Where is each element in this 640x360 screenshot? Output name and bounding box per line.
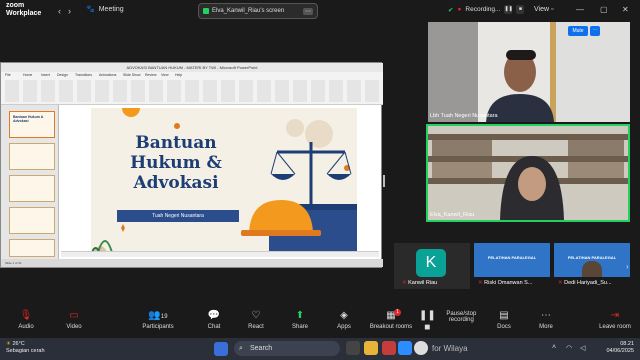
slide-title: Bantuan Hukum & Advokasi [130,133,222,193]
slide-thumb[interactable] [9,239,55,257]
more-button[interactable]: ⋯ More [520,310,572,330]
ppt-window-title: ADVOKASI BANTUAN HUKUM - MATERI BY TWI -… [1,63,383,72]
shield-icon: ✔ [448,6,454,14]
wifi-icon[interactable]: ◠ [566,344,572,352]
video-lbh[interactable]: Lbh Tuah Negeri Nusantara [428,22,630,122]
shared-screen[interactable]: ADVOKASI BANTUAN HUKUM - MATERI BY TWI -… [0,62,383,268]
pause-stop-icon: ❚❚ ■ [418,310,436,333]
mic-icon: 🎙 [19,310,33,321]
chevron-right-icon[interactable]: › [68,6,71,16]
more-icon: ⋯ [541,310,551,321]
leave-room-button[interactable]: ⇥ Leave room [590,310,640,330]
slide-thumb[interactable] [9,207,55,234]
ribbon-tab[interactable]: Design [57,73,68,77]
grid-icon: ▦ [386,310,396,321]
video-button[interactable]: ▭ Video [48,310,100,330]
paw-icon: 🐾 [86,6,95,13]
participant-tile[interactable]: PELATIHAN PARALEGAL ✕ Dedi Hariyadi_Su..… [554,243,630,289]
participant-video [428,126,628,220]
ribbon-tab[interactable]: Review [145,73,156,77]
ribbon-tab[interactable]: Transitions [75,73,92,77]
mute-button[interactable]: Mute [568,26,588,36]
maximize-icon[interactable]: ▢ [600,5,608,14]
zoom-logo: zoom Workplace [6,2,42,17]
participant-name: ✕ Dedi Hariyadi_Su... [558,280,612,286]
speaker-icon[interactable]: ◁ [580,344,585,352]
participant-name: Lbh Tuah Negeri Nusantara [430,113,498,119]
participants-button[interactable]: 👥19 Participants [132,310,184,330]
ribbon-tab[interactable]: Slide Show [123,73,141,77]
notification-badge: 1 [394,309,401,316]
ppt-ribbon: File Home Insert Design Transitions Anim… [1,72,383,105]
splitter-handle[interactable] [383,175,385,187]
avatar: K [416,249,446,277]
next-page-icon[interactable]: › [626,262,629,271]
screen-share-pill[interactable]: Elva_Kanwil_Riau's screen ⋯ [198,3,318,19]
task-view-icon[interactable] [346,341,360,355]
participant-tile[interactable]: PELATIHAN PARALEGAL ✕ Riski Omanwan S... [474,243,550,289]
ribbon-tab[interactable]: Animations [99,73,116,77]
view-button[interactable]: View ▫ [534,6,553,13]
ppt-status-bar: Slide 1 of 31 [1,259,383,267]
sun-icon: ☀ [6,341,11,347]
horizontal-scrollbar[interactable] [61,251,379,257]
ribbon-tab[interactable]: Help [175,73,182,77]
leave-icon: ⇥ [610,310,620,321]
zoom-app-icon[interactable] [398,341,412,355]
system-clock[interactable]: 08.21 04/06/2025 [600,341,634,355]
slide-thumb[interactable]: Bantuan Hukum & Advokasi [9,111,55,138]
camera-off-icon: ▭ [69,310,79,321]
slide-thumb[interactable] [9,143,55,170]
mic-muted-icon: ✕ [402,280,407,286]
close-icon[interactable]: ✕ [622,5,629,14]
apps-button[interactable]: ◈ Apps [318,310,370,330]
app-icon[interactable] [382,341,396,355]
breakout-rooms-button[interactable]: ▦ 1 Breakout rooms [364,309,418,330]
start-menu-icon[interactable] [214,342,228,356]
ribbon-tab[interactable]: Insert [41,73,50,77]
ribbon-commands[interactable] [5,80,379,102]
people-icon: 👥19 [148,310,168,321]
chrome-icon[interactable] [414,341,428,355]
chevron-left-icon[interactable]: ‹ [58,6,61,16]
more-options-button[interactable]: ⋯ [590,26,600,36]
slide-thumb[interactable] [9,175,55,202]
meeting-label[interactable]: 🐾 Meeting [86,5,124,14]
ribbon-tab[interactable]: View [161,73,169,77]
mic-muted-icon: ✕ [558,280,563,286]
minimize-icon[interactable]: — [576,5,584,14]
search-icon: ⌕ [239,345,243,352]
ribbon-tab[interactable]: Home [23,73,32,77]
taskbar-search[interactable]: ⌕ Search [234,341,340,356]
weather-widget[interactable]: ☀ 26°C Sebagian cerah [6,341,45,355]
options-icon[interactable]: ⋯ [303,7,313,15]
record-dot-icon: ● [457,6,462,13]
participant-video [428,22,630,122]
participant-name: ✕ Kanwil Riau [402,280,438,286]
tile-banner: PELATIHAN PARALEGAL [567,255,617,260]
tile-banner: PELATIHAN PARALEGAL [487,255,537,260]
slide-thumbnails[interactable]: Bantuan Hukum & Advokasi [1,105,59,259]
slide-canvas[interactable]: Bantuan Hukum & Advokasi Tuah Negeri Nus… [91,108,357,256]
slide-subtitle: Tuah Negeri Nusantara [117,210,239,222]
pause-icon[interactable]: ❚❚ [504,5,513,14]
participant-tile[interactable]: K ✕ Kanwil Riau [394,243,470,289]
audio-button[interactable]: 🎙 Audio [0,310,52,330]
chevron-up-icon[interactable]: ˄ [552,344,556,351]
participant-name: Elva_Kanwil_Riau [430,212,475,218]
share-indicator-icon [203,8,209,14]
video-elva[interactable]: Elva_Kanwil_Riau [426,124,630,222]
pause-stop-recording-button[interactable]: ❚❚ ■ Pause/stop recording [418,310,482,333]
mic-muted-icon: ✕ [478,280,483,286]
recording-indicator: ✔ ● Recording... ❚❚ ■ [448,5,525,14]
stop-icon[interactable]: ■ [516,5,525,14]
file-explorer-icon[interactable] [364,341,378,355]
ribbon-tab[interactable]: File [5,73,11,77]
participant-name: ✕ Riski Omanwan S... [478,280,533,286]
apps-icon: ◈ [340,310,348,321]
watermark-text: for Wilaya [432,344,468,353]
